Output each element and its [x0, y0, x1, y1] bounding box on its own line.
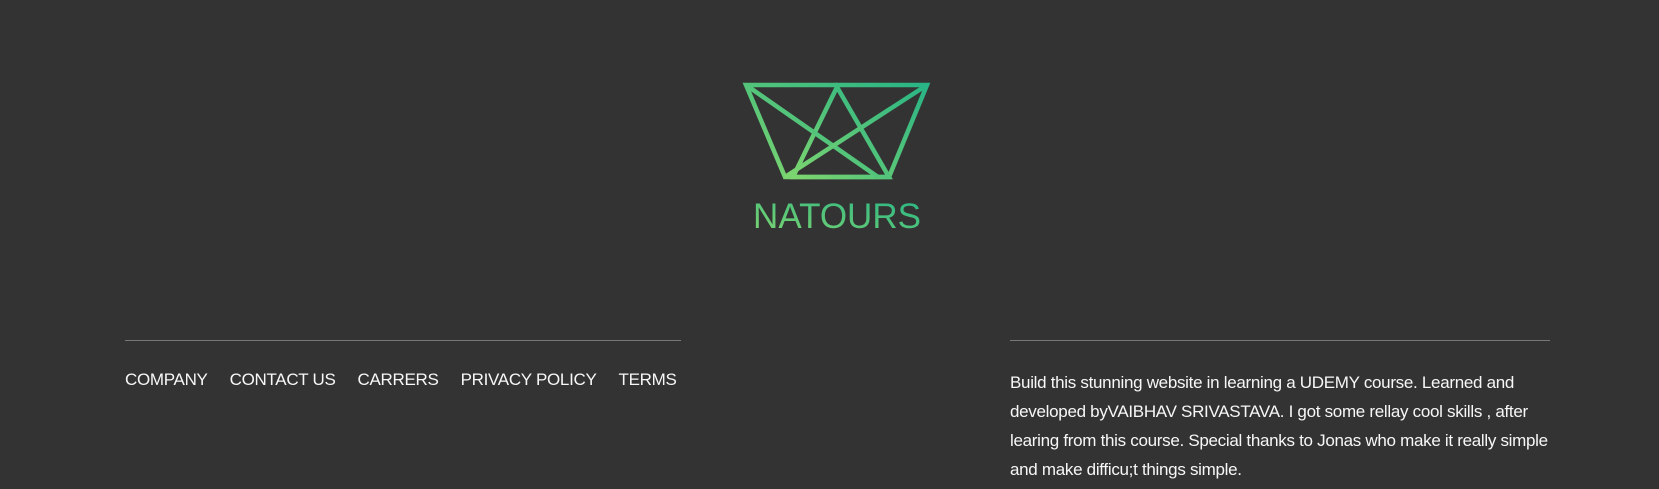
nav-link-privacy-policy[interactable]: PRIVACY POLICY: [461, 370, 597, 389]
footer: NATOURS COMPANY CONTACT US CARRERS PRIVA…: [0, 0, 1659, 489]
nav-divider: [125, 340, 681, 341]
nav-item-contact-us: CONTACT US: [230, 370, 336, 390]
copyright-divider: [1010, 340, 1550, 341]
copyright-text: Build this stunning website in learning …: [1010, 373, 1548, 479]
footer-navigation: COMPANY CONTACT US CARRERS PRIVACY POLIC…: [125, 340, 681, 390]
logo-text: NATOURS: [753, 197, 921, 236]
nav-item-carrers: CARRERS: [358, 370, 439, 390]
logo[interactable]: NATOURS: [738, 78, 938, 238]
nav-item-privacy-policy: PRIVACY POLICY: [461, 370, 597, 390]
nav-item-terms: TERMS: [619, 370, 677, 390]
nav-list: COMPANY CONTACT US CARRERS PRIVACY POLIC…: [125, 370, 681, 390]
nav-item-company: COMPANY: [125, 370, 208, 390]
crown-logo-icon: NATOURS: [742, 82, 931, 236]
nav-link-carrers[interactable]: CARRERS: [358, 370, 439, 389]
nav-link-terms[interactable]: TERMS: [619, 370, 677, 389]
nav-link-company[interactable]: COMPANY: [125, 370, 208, 389]
copyright-column: Build this stunning website in learning …: [1010, 340, 1550, 484]
nav-link-contact-us[interactable]: CONTACT US: [230, 370, 336, 389]
